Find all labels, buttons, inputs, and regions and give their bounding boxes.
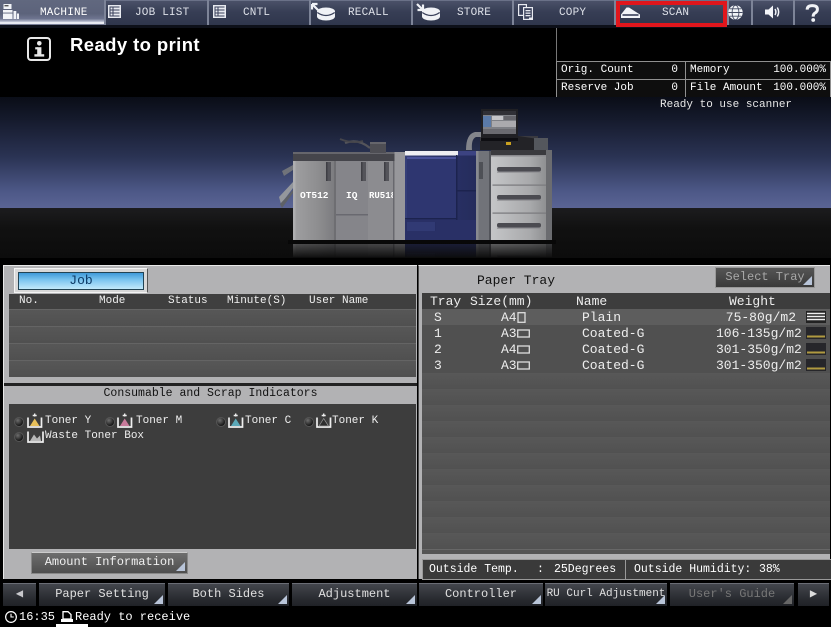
svg-text:RU518: RU518 xyxy=(369,191,396,201)
svg-text:OT512: OT512 xyxy=(300,190,329,201)
svg-text:IQ: IQ xyxy=(346,190,358,201)
